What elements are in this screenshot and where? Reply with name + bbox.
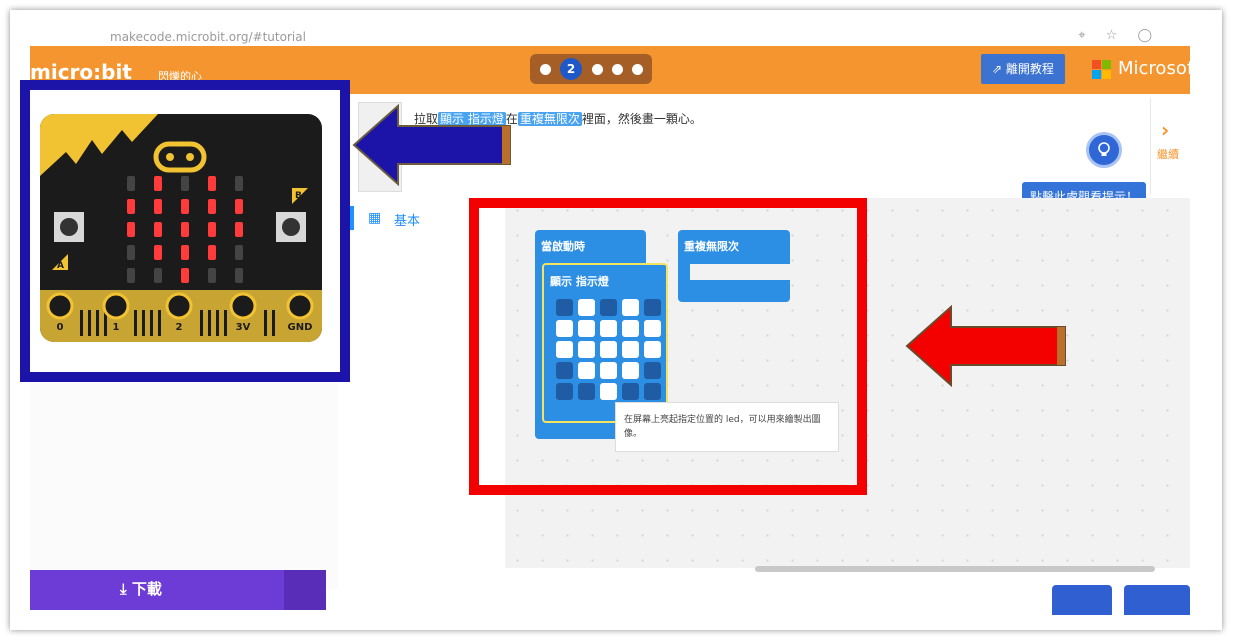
tutorial-stepper: 2 [530, 54, 652, 84]
board-led [235, 222, 243, 237]
board-pin-label: 3V [236, 322, 251, 333]
instr-part-5: 裡面，然後畫一顆心。 [581, 112, 702, 126]
board-led [127, 176, 135, 191]
button-b-label: B [295, 191, 302, 201]
board-led [208, 245, 216, 260]
continue-label: 繼續 [1157, 148, 1179, 161]
board-led [208, 268, 216, 283]
board-led [154, 222, 162, 237]
step-dot-current[interactable]: 2 [560, 58, 582, 80]
blue-highlight-box: A B 0 1 2 3V GND [20, 80, 350, 382]
microsoft-logo[interactable]: Microsoft [1092, 58, 1200, 82]
lightbulb-icon [1098, 142, 1110, 156]
board-led [208, 199, 216, 214]
download-button[interactable]: ⤓ 下載 [30, 570, 326, 610]
board-pin-label: 2 [176, 322, 183, 333]
undo-redo-controls[interactable] [1052, 585, 1112, 615]
board-led [235, 199, 243, 214]
ms-square-red [1092, 60, 1101, 69]
url-text: makecode.microbit.org/#tutorial [110, 30, 306, 44]
board-led [154, 268, 162, 283]
board-led [235, 268, 243, 283]
chevron-right-icon: › [1161, 118, 1170, 142]
ms-square-yellow [1102, 70, 1111, 79]
board-led [154, 199, 162, 214]
workspace-scrollbar[interactable] [755, 566, 1155, 572]
browser-action-icons[interactable]: ⌖ ☆ ◯ [1078, 28, 1160, 43]
board-led [181, 199, 189, 214]
board-pin-label: GND [288, 322, 313, 333]
browser-url-bar[interactable]: makecode.microbit.org/#tutorial ⌖ ☆ ◯ [30, 28, 1190, 46]
step-dot-1[interactable] [540, 64, 551, 75]
download-label: ⤓ 下載 [120, 578, 162, 599]
board-led [181, 176, 189, 191]
download-text: 下載 [131, 580, 162, 598]
board-pin-hole[interactable] [46, 292, 74, 320]
step-dot-3[interactable] [592, 64, 603, 75]
instr-block-forever: 重複無限次 [517, 112, 582, 126]
board-led [181, 245, 189, 260]
step-dot-5[interactable] [632, 64, 643, 75]
microsoft-text: Microsoft [1118, 58, 1200, 79]
board-led [127, 199, 135, 214]
ms-square-blue [1092, 70, 1101, 79]
board-led [154, 176, 162, 191]
external-link-icon: ⇗ [992, 62, 1006, 76]
board-led [181, 268, 189, 283]
board-pin-hole[interactable] [165, 292, 193, 320]
red-highlight-box [469, 198, 867, 495]
board-pin-label: 0 [57, 322, 64, 333]
board-led [127, 268, 135, 283]
zoom-controls[interactable] [1124, 585, 1190, 615]
download-icon: ⤓ [120, 580, 132, 598]
board-pin-hole[interactable] [286, 292, 314, 320]
board-pin-hole[interactable] [102, 292, 130, 320]
hint-button[interactable] [1086, 132, 1122, 168]
board-led [181, 222, 189, 237]
ms-square-green [1102, 60, 1111, 69]
board-pin-hole[interactable] [229, 292, 257, 320]
download-dropdown[interactable] [284, 570, 326, 610]
board-led [235, 245, 243, 260]
board-led [208, 176, 216, 191]
blue-arrow-icon [352, 104, 511, 186]
microbit-board: A B 0 1 2 3V GND [40, 114, 322, 342]
red-arrow-icon [905, 305, 1066, 387]
board-led [127, 222, 135, 237]
board-pin-label: 1 [113, 322, 120, 333]
button-a-label: A [57, 261, 64, 271]
continue-button[interactable]: › 繼續 [1150, 98, 1191, 194]
board-led [235, 176, 243, 191]
toolbox-category-label: 基本 [394, 214, 421, 229]
step-dot-4[interactable] [612, 64, 623, 75]
exit-tutorial-label: 離開教程 [1005, 62, 1054, 76]
grid-icon: ▦ [368, 210, 382, 226]
board-led [127, 245, 135, 260]
microbit-board-art: A B 0 1 2 3V GND [40, 114, 322, 342]
exit-tutorial-button[interactable]: ⇗ 離開教程 [981, 54, 1065, 84]
board-led [154, 245, 162, 260]
board-led [208, 222, 216, 237]
